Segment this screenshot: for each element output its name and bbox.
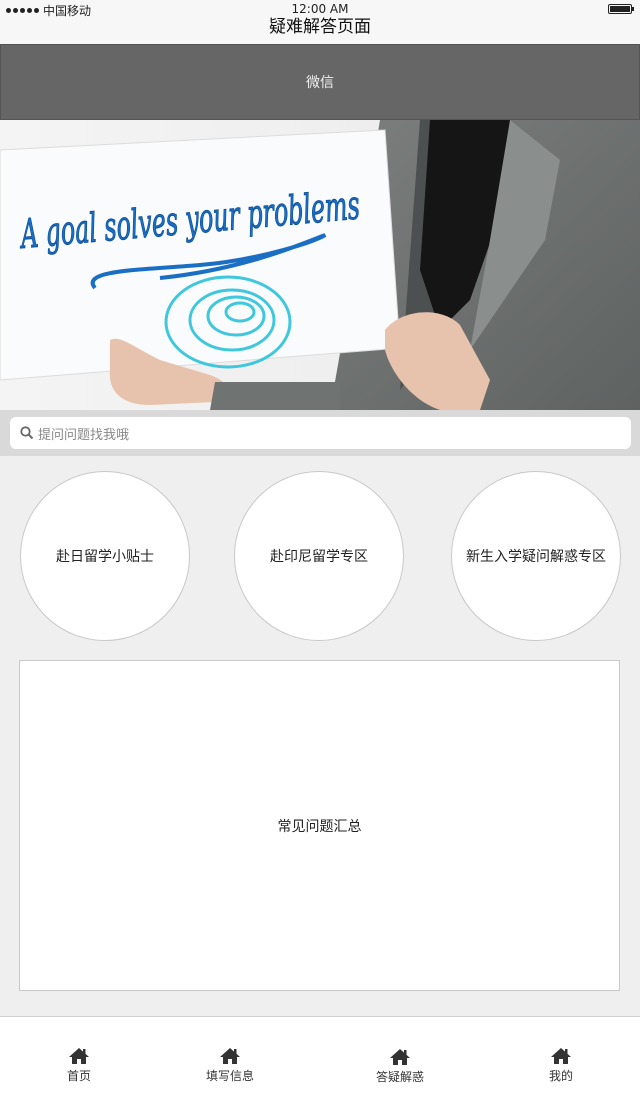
japan-study-tips-button[interactable]: 赴日留学小贴士 xyxy=(20,471,190,641)
banner-illustration: A goal solves your problems xyxy=(0,120,640,410)
freshman-faq-zone-button[interactable]: 新生入学疑问解惑专区 xyxy=(451,471,621,641)
indonesia-study-zone-button[interactable]: 赴印尼留学专区 xyxy=(234,471,404,641)
home-icon xyxy=(220,1048,240,1064)
tab-home[interactable]: 首页 xyxy=(39,1047,119,1084)
home-icon xyxy=(551,1048,571,1064)
status-bar: 中国移动 12:00 AM 疑难解答页面 xyxy=(0,0,640,44)
page-title: 疑难解答页面 xyxy=(269,17,371,37)
tab-label: 答疑解惑 xyxy=(375,1070,424,1084)
banner-image: A goal solves your problems xyxy=(0,120,640,410)
header-bar: 微信 xyxy=(0,44,640,120)
search-placeholder: 提问问题找我哦 xyxy=(38,427,130,443)
tab-label: 我的 xyxy=(548,1069,573,1083)
tab-label: 填写信息 xyxy=(205,1069,254,1083)
header-label: 微信 xyxy=(306,75,334,91)
search-area: 提问问题找我哦 xyxy=(0,410,640,456)
tab-mine[interactable]: 我的 xyxy=(521,1047,601,1084)
tab-qa[interactable]: 答疑解惑 xyxy=(360,1048,440,1085)
bottom-tab-bar: 首页 填写信息 答疑解惑 我的 xyxy=(0,1016,640,1096)
home-icon xyxy=(390,1049,410,1065)
faq-summary-panel[interactable]: 常见问题汇总 xyxy=(19,660,620,991)
tab-label: 首页 xyxy=(66,1069,91,1083)
search-input[interactable]: 提问问题找我哦 xyxy=(10,417,631,449)
tab-fill-info[interactable]: 填写信息 xyxy=(190,1047,270,1084)
home-icon xyxy=(69,1048,89,1064)
search-icon xyxy=(20,426,34,440)
